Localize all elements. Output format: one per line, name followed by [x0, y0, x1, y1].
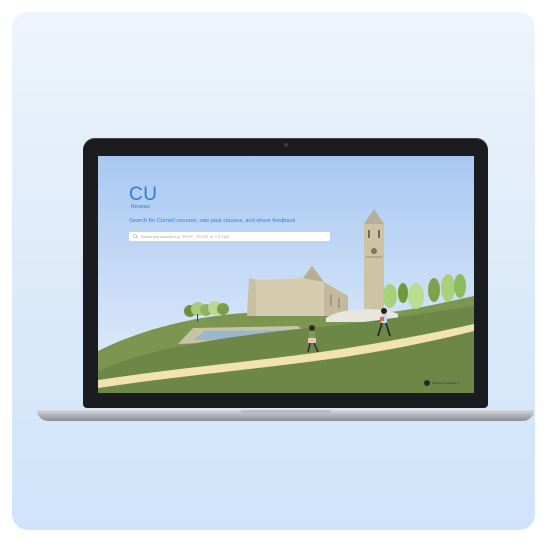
search-icon	[133, 234, 138, 239]
search-bar[interactable]: Search any keyword e.g. "PHYS", "ECON" o…	[129, 232, 330, 241]
clock-tower	[364, 209, 384, 316]
showcase-card: CU Reviews Search for Cornell courses, r…	[12, 12, 535, 530]
search-input[interactable]: Search any keyword e.g. "PHYS", "ECON" o…	[141, 235, 230, 239]
brand-logo[interactable]: CU Reviews	[129, 185, 157, 210]
footer-badge[interactable]: Powered by Cornell DTI	[424, 380, 462, 386]
laptop-notch	[240, 410, 331, 414]
dti-logo-icon	[424, 380, 430, 386]
laptop-base	[37, 410, 534, 421]
camera-dot	[283, 143, 288, 147]
footer-badge-text: Powered by Cornell DTI	[432, 381, 459, 385]
brand-mark: CU	[129, 184, 158, 205]
laptop-lid: CU Reviews Search for Cornell courses, r…	[83, 138, 488, 408]
laptop-screen: CU Reviews Search for Cornell courses, r…	[98, 156, 474, 393]
tagline: Search for Cornell courses, rate past cl…	[129, 218, 296, 224]
